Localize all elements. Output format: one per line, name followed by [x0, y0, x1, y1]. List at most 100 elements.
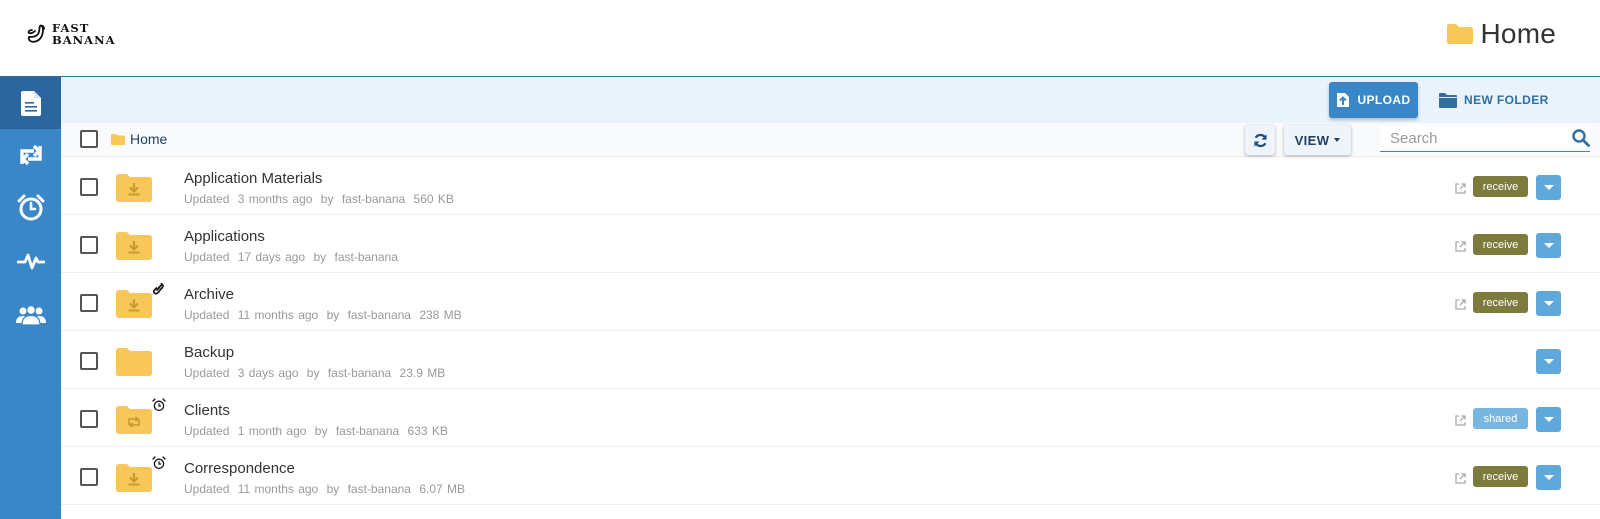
banana-icon — [27, 24, 45, 43]
external-link-glyph — [1455, 473, 1466, 484]
row-checkbox[interactable] — [80, 178, 98, 196]
sidebar-item-sync[interactable] — [0, 129, 61, 181]
alarm-clock-icon — [152, 398, 166, 417]
breadcrumb-home[interactable]: Home — [111, 131, 167, 147]
external-link-icon[interactable] — [1455, 239, 1466, 257]
refresh-icon — [1253, 133, 1267, 147]
updated-label: Updated — [184, 250, 230, 264]
breadcrumb-bar: Home VIEW — [61, 123, 1600, 157]
external-link-icon[interactable] — [1455, 297, 1466, 315]
file-row-archive[interactable]: Archive Updated 11 months ago by fast-ba… — [61, 273, 1600, 331]
top-bar: FAST BANANA Home — [0, 0, 1600, 77]
sidebar-item-files[interactable] — [0, 77, 61, 129]
row-actions-dropdown[interactable] — [1536, 465, 1561, 490]
by-label: by — [313, 250, 327, 264]
caret-down-icon — [1543, 359, 1554, 364]
by-label: by — [326, 308, 340, 322]
file-name[interactable]: Clients — [184, 402, 230, 419]
sidebar-item-activity[interactable] — [0, 234, 61, 286]
caret-down-icon — [1543, 185, 1554, 190]
file-size: 633 KB — [407, 424, 448, 438]
file-name[interactable]: Backup — [184, 344, 234, 361]
file-row-application-materials[interactable]: Application Materials Updated 3 months a… — [61, 157, 1600, 215]
file-meta: Updated 3 months ago by fast-banana 560 … — [184, 192, 458, 206]
by-label: by — [306, 366, 320, 380]
folder-icon[interactable] — [116, 348, 152, 381]
caret-down-icon — [1543, 475, 1554, 480]
external-link-icon[interactable] — [1455, 181, 1466, 199]
activity-pulse-icon — [16, 253, 45, 270]
file-size: 560 KB — [413, 192, 454, 206]
external-link-glyph — [1455, 415, 1466, 426]
folder-shape — [116, 232, 152, 260]
folder-shape — [116, 348, 152, 376]
caret-down-icon — [1543, 301, 1554, 306]
row-actions-dropdown[interactable] — [1536, 233, 1561, 258]
folder-icon — [1446, 24, 1473, 44]
row-checkbox[interactable] — [80, 294, 98, 312]
new-folder-button[interactable]: NEW FOLDER — [1439, 89, 1549, 111]
sync-arrows-icon — [19, 144, 42, 166]
owner-name: fast-banana — [341, 192, 406, 206]
row-checkbox[interactable] — [80, 352, 98, 370]
row-checkbox[interactable] — [80, 468, 98, 486]
search-input[interactable] — [1380, 126, 1540, 151]
sidebar-item-users[interactable] — [0, 289, 61, 341]
receive-tag[interactable]: receive — [1473, 176, 1528, 197]
owner-name: fast-banana — [334, 250, 398, 264]
main-content: UPLOAD NEW FOLDER Home VIEW Search Appli… — [61, 77, 1600, 519]
file-row-clients[interactable]: Clients Updated 1 month ago by fast-bana… — [61, 389, 1600, 447]
row-actions-dropdown[interactable] — [1536, 349, 1561, 374]
search-box — [1380, 126, 1590, 152]
folder-icon[interactable] — [116, 174, 152, 207]
folder-icon[interactable] — [116, 290, 152, 323]
folder-icon[interactable] — [116, 406, 152, 439]
row-actions-dropdown[interactable] — [1536, 291, 1561, 316]
upload-label: UPLOAD — [1357, 93, 1411, 107]
brand-logo[interactable]: FAST BANANA — [26, 22, 116, 46]
page-title-text: Home — [1480, 18, 1556, 49]
file-icon — [20, 90, 41, 116]
users-icon — [15, 305, 46, 325]
row-actions-dropdown[interactable] — [1536, 407, 1561, 432]
file-name[interactable]: Applications — [184, 228, 265, 245]
receive-tag[interactable]: receive — [1473, 292, 1528, 313]
folder-icon[interactable] — [116, 464, 152, 497]
owner-name: fast-banana — [347, 482, 411, 496]
updated-time: 3 months ago — [237, 192, 313, 206]
folder-icon — [111, 133, 125, 145]
file-name[interactable]: Archive — [184, 286, 234, 303]
sidebar-item-schedule[interactable] — [0, 182, 61, 234]
owner-name: fast-banana — [347, 308, 411, 322]
view-dropdown[interactable]: VIEW — [1284, 125, 1351, 155]
refresh-button[interactable] — [1245, 125, 1275, 155]
select-all-checkbox[interactable] — [80, 130, 98, 148]
row-checkbox[interactable] — [80, 236, 98, 254]
upload-button[interactable]: UPLOAD — [1329, 82, 1418, 118]
external-link-icon[interactable] — [1455, 471, 1466, 489]
search-icon[interactable] — [1572, 129, 1590, 147]
updated-label: Updated — [184, 308, 230, 322]
folder-shape — [116, 290, 152, 318]
caret-down-icon — [1543, 417, 1554, 422]
file-row-correspondence[interactable]: Correspondence Updated 11 months ago by … — [61, 447, 1600, 505]
file-row-applications[interactable]: Applications Updated 17 days ago by fast… — [61, 215, 1600, 273]
file-list: Application Materials Updated 3 months a… — [61, 157, 1600, 505]
action-bar: UPLOAD NEW FOLDER — [61, 77, 1600, 123]
updated-time: 3 days ago — [237, 366, 299, 380]
row-checkbox[interactable] — [80, 410, 98, 428]
file-name[interactable]: Application Materials — [184, 170, 322, 187]
brand-line2: BANANA — [52, 33, 116, 47]
updated-label: Updated — [184, 192, 230, 206]
file-name[interactable]: Correspondence — [184, 460, 295, 477]
shared-tag[interactable]: shared — [1473, 408, 1528, 429]
row-actions-dropdown[interactable] — [1536, 175, 1561, 200]
folder-icon[interactable] — [116, 232, 152, 265]
updated-time: 17 days ago — [237, 250, 306, 264]
receive-tag[interactable]: receive — [1473, 466, 1528, 487]
receive-tag[interactable]: receive — [1473, 234, 1528, 255]
external-link-icon[interactable] — [1455, 413, 1466, 431]
file-row-backup[interactable]: Backup Updated 3 days ago by fast-banana… — [61, 331, 1600, 389]
updated-time: 11 months ago — [237, 308, 319, 322]
brand-name: FAST BANANA — [52, 22, 116, 46]
